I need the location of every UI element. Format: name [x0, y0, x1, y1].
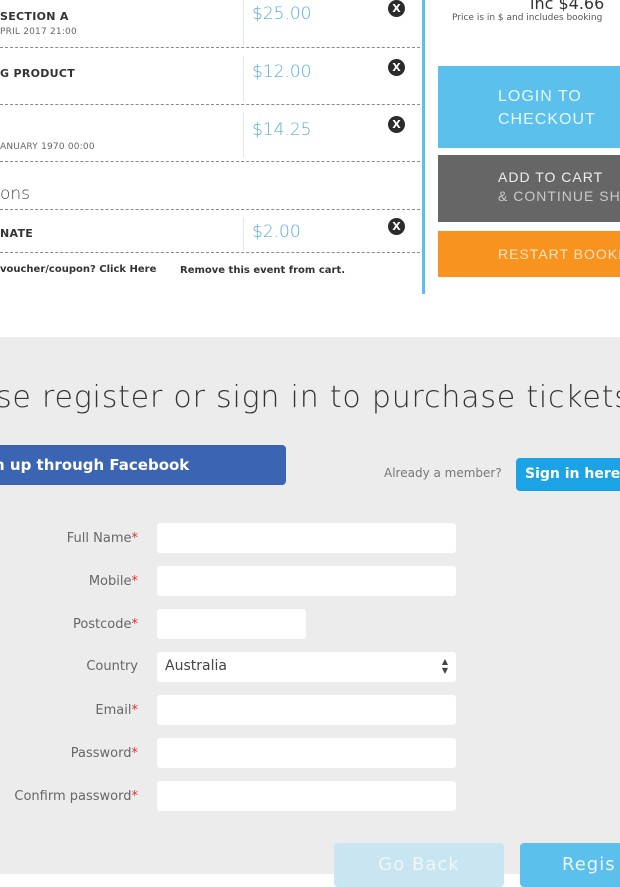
row-divider — [0, 104, 420, 105]
required-mark: * — [131, 746, 139, 761]
country-label: Country — [86, 659, 138, 674]
cart-item-title: G PRODUCT — [0, 67, 76, 80]
row-divider — [0, 47, 420, 48]
add-button-label: ADD TO CART — [498, 169, 604, 185]
password-label: Password* — [71, 746, 138, 761]
row-divider — [0, 161, 420, 162]
cart-item-price: $25.00 — [252, 4, 312, 24]
confirm-password-label-text: Confirm password — [14, 789, 132, 804]
remove-item-icon[interactable]: X — [388, 116, 405, 133]
login-button-label: LOGIN TO — [498, 88, 582, 105]
postcode-label-text: Postcode — [72, 617, 132, 632]
price-divider — [243, 217, 244, 251]
mobile-label: Mobile* — [89, 574, 138, 589]
add-button-sublabel: & CONTINUE SHO — [498, 188, 620, 204]
cart-item-price: $12.00 — [252, 62, 312, 82]
cart-summary-divider — [422, 0, 425, 294]
price-divider — [243, 112, 244, 158]
remove-item-icon[interactable]: X — [388, 0, 405, 17]
cart-item-title: SECTION A — [0, 10, 69, 23]
required-mark: * — [131, 574, 139, 589]
already-member-label: Already a member? — [384, 466, 502, 480]
required-mark: * — [131, 617, 139, 632]
facebook-button-label: n up through Facebook — [0, 456, 190, 474]
confirm-password-input[interactable] — [157, 781, 456, 811]
remove-donation-icon[interactable]: X — [388, 218, 405, 235]
cart-item-datetime: PRIL 2017 21:00 — [0, 27, 77, 37]
email-label-text: Email — [95, 703, 132, 718]
price-divider — [243, 0, 244, 45]
email-input[interactable] — [157, 695, 456, 725]
mobile-label-text: Mobile — [88, 574, 132, 589]
register-panel: se register or sign in to purchase ticke… — [0, 337, 620, 887]
price-note: Price is in $ and includes booking — [452, 13, 603, 23]
donations-heading: ons — [0, 184, 31, 204]
donation-price: $2.00 — [252, 222, 301, 242]
country-label-text: Country — [86, 659, 138, 674]
cart-item-datetime: ANUARY 1970 00:00 — [0, 142, 95, 152]
password-label-text: Password — [70, 746, 132, 761]
country-select[interactable]: Australia ▲ ▼ — [157, 652, 456, 682]
facebook-signup-button[interactable]: n up through Facebook — [0, 445, 286, 485]
login-button-label-2: CHECKOUT — [498, 111, 596, 128]
add-to-cart-button[interactable]: ADD TO CART & CONTINUE SHO — [438, 155, 620, 222]
register-button[interactable]: Regis — [520, 843, 620, 887]
required-mark: * — [131, 789, 139, 804]
mobile-input[interactable] — [157, 566, 456, 596]
full-name-label: Full Name* — [67, 531, 138, 546]
register-title: se register or sign in to purchase ticke… — [0, 380, 620, 415]
login-to-checkout-button[interactable]: LOGIN TO CHECKOUT — [438, 66, 620, 148]
password-input[interactable] — [157, 738, 456, 768]
country-select-value: Australia — [165, 658, 227, 674]
required-mark: * — [131, 703, 139, 718]
email-label: Email* — [95, 703, 138, 718]
required-mark: * — [131, 531, 139, 546]
total-fees: inc $4.66 — [530, 0, 605, 13]
row-divider — [0, 209, 420, 210]
voucher-link[interactable]: voucher/coupon? Click Here — [0, 264, 156, 275]
restart-booking-button[interactable]: RESTART BOOKI — [438, 231, 620, 277]
go-back-button[interactable]: Go Back — [334, 843, 504, 887]
cart-panel: SECTION A PRIL 2017 21:00 $25.00 X G PRO… — [0, 0, 424, 295]
price-divider — [243, 56, 244, 102]
full-name-label-text: Full Name — [66, 531, 132, 546]
sign-in-button[interactable]: Sign in here — [516, 458, 620, 491]
remove-item-icon[interactable]: X — [388, 59, 405, 76]
row-divider — [0, 252, 420, 253]
remove-event-link[interactable]: Remove this event from cart. — [180, 265, 345, 276]
updown-arrows-icon: ▲ ▼ — [441, 657, 449, 675]
cart-item-price: $14.25 — [252, 120, 312, 140]
full-name-input[interactable] — [157, 523, 456, 553]
postcode-label: Postcode* — [73, 617, 138, 632]
confirm-password-label: Confirm password* — [14, 789, 138, 804]
donation-title: NATE — [0, 227, 34, 240]
postcode-input[interactable] — [157, 609, 306, 639]
